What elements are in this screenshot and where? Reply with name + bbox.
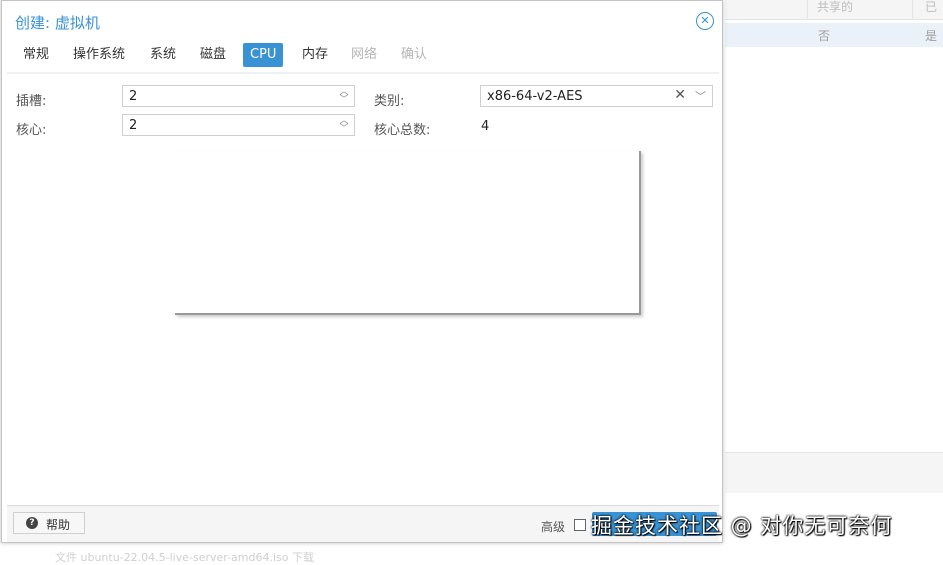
cpu-type-label: 类别: — [374, 94, 405, 109]
sockets-label: 插槽: — [16, 94, 47, 109]
total-cores-value: 4 — [481, 119, 490, 134]
cpu-type-value: x86-64-v2-AES — [487, 89, 583, 104]
background-lower-panel — [725, 452, 943, 493]
background-column-shared: 共享的 — [817, 0, 854, 14]
cores-value: 2 — [129, 118, 138, 133]
background-footer-text: 文件 ubuntu-22.04.5-live-server-amd64.iso … — [55, 551, 314, 564]
advanced-label: 高级 — [541, 520, 566, 534]
help-button-label: 帮助 — [46, 518, 71, 532]
sockets-value: 2 — [129, 89, 138, 104]
chevron-down-icon[interactable]: ﹀ — [339, 96, 349, 105]
tab-bar-divider — [7, 72, 719, 74]
help-button[interactable]: ? 帮助 — [13, 512, 85, 534]
watermark-text: 掘金技术社区 @ 对你无可奈何 — [591, 514, 893, 538]
close-icon[interactable]: ✕ — [696, 12, 714, 30]
tab-confirm: 确认 — [401, 47, 428, 62]
background-column-already: 已 — [925, 0, 938, 14]
background-cell-shared: 否 — [818, 29, 831, 43]
tab-memory[interactable]: 内存 — [295, 43, 335, 67]
chevron-down-icon[interactable]: ﹀ — [695, 88, 706, 104]
sockets-field[interactable]: 2 ︿ ﹀ — [122, 85, 355, 107]
tab-network: 网络 — [351, 47, 378, 62]
sockets-spinner[interactable]: ︿ ﹀ — [339, 88, 349, 105]
cores-label: 核心: — [16, 123, 47, 138]
cores-field[interactable]: 2 ︿ ﹀ — [122, 114, 355, 136]
cores-spinner[interactable]: ︿ ﹀ — [339, 117, 349, 134]
background-table-row[interactable] — [725, 23, 943, 47]
background-cell-already: 是 — [925, 29, 938, 43]
background-column-separator — [807, 0, 808, 19]
tab-disks[interactable]: 磁盘 — [193, 43, 233, 67]
tab-cpu[interactable]: CPU — [243, 43, 284, 67]
tab-system[interactable]: 系统 — [143, 43, 183, 67]
tab-general[interactable]: 常规 — [16, 43, 56, 67]
chevron-down-icon[interactable]: ﹀ — [339, 125, 349, 134]
clear-icon[interactable]: ✕ — [674, 87, 686, 103]
tab-os[interactable]: 操作系统 — [66, 43, 132, 67]
dialog-title-bar[interactable]: 创建: 虚拟机 ✕ — [2, 1, 722, 41]
cpu-type-combobox[interactable]: x86-64-v2-AES ✕ ﹀ — [480, 85, 713, 107]
advanced-checkbox[interactable] — [574, 519, 586, 531]
floating-empty-panel — [175, 151, 641, 315]
create-vm-dialog: 创建: 虚拟机 ✕ 常规 操作系统 系统 磁盘 CPU 内存 网络 确认 插槽:… — [1, 0, 723, 543]
question-icon: ? — [26, 517, 38, 529]
dialog-title: 创建: 虚拟机 — [15, 14, 100, 32]
background-column-separator — [912, 0, 913, 19]
total-cores-label: 核心总数: — [374, 123, 431, 138]
